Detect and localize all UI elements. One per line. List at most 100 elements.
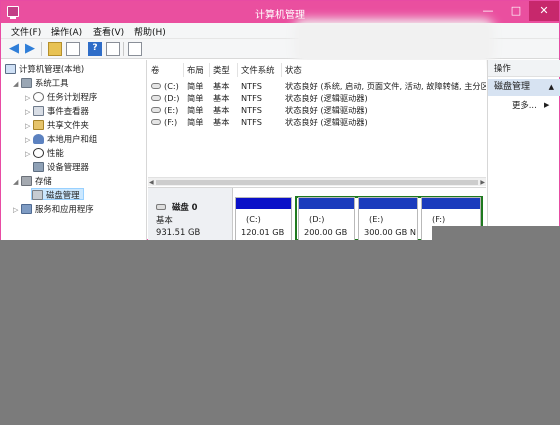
column-header-layout[interactable]: 布局	[184, 63, 210, 77]
tree-label: 计算机管理(本地)	[19, 64, 85, 74]
export-icon[interactable]	[128, 42, 142, 56]
filesystem-cell: NTFS	[241, 93, 262, 103]
expand-arrow-icon[interactable]: ▷	[25, 106, 33, 118]
tree-item-event-viewer[interactable]: ▷ 事件查看器	[25, 105, 89, 117]
column-header-type[interactable]: 类型	[210, 63, 238, 77]
actions-group-label: 磁盘管理	[494, 82, 531, 92]
volume-list: 卷 布局 类型 文件系统 状态 (C:) 简单 基本 NTFS 状态良好 (系统…	[148, 60, 486, 186]
help-icon[interactable]: ?	[88, 42, 102, 56]
partition-c[interactable]: (C:) 120.01 GB	[235, 197, 292, 241]
logical-partition-bar	[359, 198, 417, 209]
menu-action[interactable]: 操作(A)	[51, 25, 82, 38]
disk-type: 基本	[156, 215, 173, 225]
expand-arrow-icon[interactable]: ▷	[25, 120, 33, 132]
tree-item-root[interactable]: 计算机管理(本地)	[5, 63, 84, 75]
actions-header: 操作	[488, 60, 560, 77]
volume-row-c[interactable]: (C:)	[151, 80, 179, 92]
layout-cell: 简单	[187, 117, 204, 127]
submenu-arrow-icon: ▶	[544, 101, 550, 109]
scrollbar-thumb[interactable]	[156, 180, 478, 185]
volume-icon	[151, 107, 161, 113]
horizontal-scrollbar[interactable]: ◀ ▶	[148, 177, 486, 186]
console-tree-icon[interactable]	[66, 42, 80, 56]
storage-icon	[21, 176, 32, 186]
volume-icon	[151, 119, 161, 125]
console-tree: 计算机管理(本地) ◢ 系统工具 ▷ 任务计划程序 ▷ 事件查看器 ▷ 共享文件夹 ▷ 本…	[1, 60, 147, 240]
tree-label: 共享文件夹	[47, 120, 89, 130]
disk-size: 931.51 GB	[156, 227, 201, 237]
maximize-button[interactable]: □	[503, 1, 529, 21]
minimize-button[interactable]: —	[475, 1, 501, 21]
actions-group-disk-management[interactable]: 磁盘管理 ▲	[488, 79, 560, 96]
volume-icon	[151, 95, 161, 101]
tree-item-storage[interactable]: ◢ 存储	[13, 175, 52, 187]
volume-row-d[interactable]: (D:)	[151, 92, 179, 104]
column-header-filesystem[interactable]: 文件系统	[238, 63, 282, 77]
back-icon[interactable]: ◀	[7, 42, 21, 56]
shared-folder-icon	[33, 120, 44, 130]
status-cell: 状态良好 (系统, 启动, 页面文件, 活动, 故障转储, 主分区)	[285, 81, 486, 91]
expand-arrow-icon[interactable]: ▷	[25, 92, 33, 104]
gray-overlay	[0, 240, 560, 425]
status-cell: 状态良好 (逻辑驱动器)	[285, 117, 368, 127]
expand-arrow-icon[interactable]: ▷	[13, 204, 21, 216]
volume-label: (F:)	[164, 117, 178, 127]
column-header-status[interactable]: 状态	[282, 63, 486, 77]
title-bar[interactable]: 计算机管理 — □ ✕	[1, 1, 559, 23]
volume-label: (E:)	[164, 105, 179, 115]
type-cell: 基本	[213, 81, 230, 91]
tree-item-system-tools[interactable]: ◢ 系统工具	[13, 77, 69, 89]
disk-0-label[interactable]: 磁盘 0 基本 931.51 GB	[148, 188, 233, 241]
menu-help[interactable]: 帮助(H)	[134, 25, 166, 38]
users-icon	[33, 134, 44, 144]
tree-item-disk-management[interactable]: 磁盘管理	[31, 188, 84, 200]
expand-arrow-icon[interactable]: ▷	[25, 134, 33, 146]
tree-item-local-users[interactable]: ▷ 本地用户和组	[25, 133, 97, 145]
volume-icon	[151, 83, 161, 89]
layout-cell: 简单	[187, 105, 204, 115]
column-header-volume[interactable]: 卷	[148, 63, 184, 77]
tree-item-performance[interactable]: ▷ 性能	[25, 147, 64, 159]
collapse-arrow-icon[interactable]: ◢	[13, 78, 21, 90]
partition-label: (D:)	[309, 214, 325, 224]
tree-label: 任务计划程序	[47, 92, 98, 102]
computer-management-window: 计算机管理 — □ ✕ 文件(F) 操作(A) 查看(V) 帮助(H) ◀ ▶ …	[0, 0, 560, 241]
partition-label: (F:)	[432, 214, 446, 224]
tree-item-device-manager[interactable]: 设备管理器	[33, 161, 89, 173]
gray-overlay-block	[432, 226, 560, 246]
close-button[interactable]: ✕	[529, 1, 559, 21]
scroll-left-icon[interactable]: ◀	[149, 178, 154, 187]
filesystem-cell: NTFS	[241, 117, 262, 127]
partition-d[interactable]: (D:) 200.00 GB	[298, 197, 355, 241]
partition-size: 300.00 GB N	[364, 227, 416, 237]
volume-row-e[interactable]: (E:)	[151, 104, 178, 116]
logical-partition-bar	[299, 198, 354, 209]
menu-view[interactable]: 查看(V)	[93, 25, 124, 38]
expand-arrow-icon[interactable]: ▷	[25, 148, 33, 160]
details-icon[interactable]	[106, 42, 120, 56]
volume-row-f[interactable]: (F:)	[151, 116, 177, 128]
type-cell: 基本	[213, 93, 230, 103]
toolbar-separator	[123, 42, 124, 56]
tree-label: 事件查看器	[47, 106, 89, 116]
actions-pane: 操作 磁盘管理 ▲ 更多... ▶	[487, 60, 560, 240]
toolbar-separator	[41, 42, 42, 56]
collapse-arrow-icon[interactable]: ◢	[13, 176, 21, 188]
volume-label: (C:)	[164, 81, 179, 91]
menu-file[interactable]: 文件(F)	[11, 25, 41, 38]
collapse-caret-icon[interactable]: ▲	[549, 79, 554, 96]
tree-item-shared-folders[interactable]: ▷ 共享文件夹	[25, 119, 89, 131]
partition-e[interactable]: (E:) 300.00 GB N	[358, 197, 418, 241]
tree-item-services-apps[interactable]: ▷ 服务和应用程序	[13, 203, 94, 215]
tree-label: 服务和应用程序	[35, 204, 94, 214]
partition-label: (C:)	[246, 214, 261, 224]
tree-item-task-scheduler[interactable]: ▷ 任务计划程序	[25, 91, 97, 103]
up-folder-icon[interactable]	[48, 42, 62, 56]
scroll-right-icon[interactable]: ▶	[480, 178, 485, 187]
forward-icon[interactable]: ▶	[23, 42, 37, 56]
more-actions-link[interactable]: 更多...	[512, 99, 537, 111]
tree-label: 设备管理器	[47, 162, 89, 172]
clock-icon	[33, 92, 44, 102]
tree-label: 性能	[47, 148, 64, 158]
device-manager-icon	[33, 162, 44, 172]
